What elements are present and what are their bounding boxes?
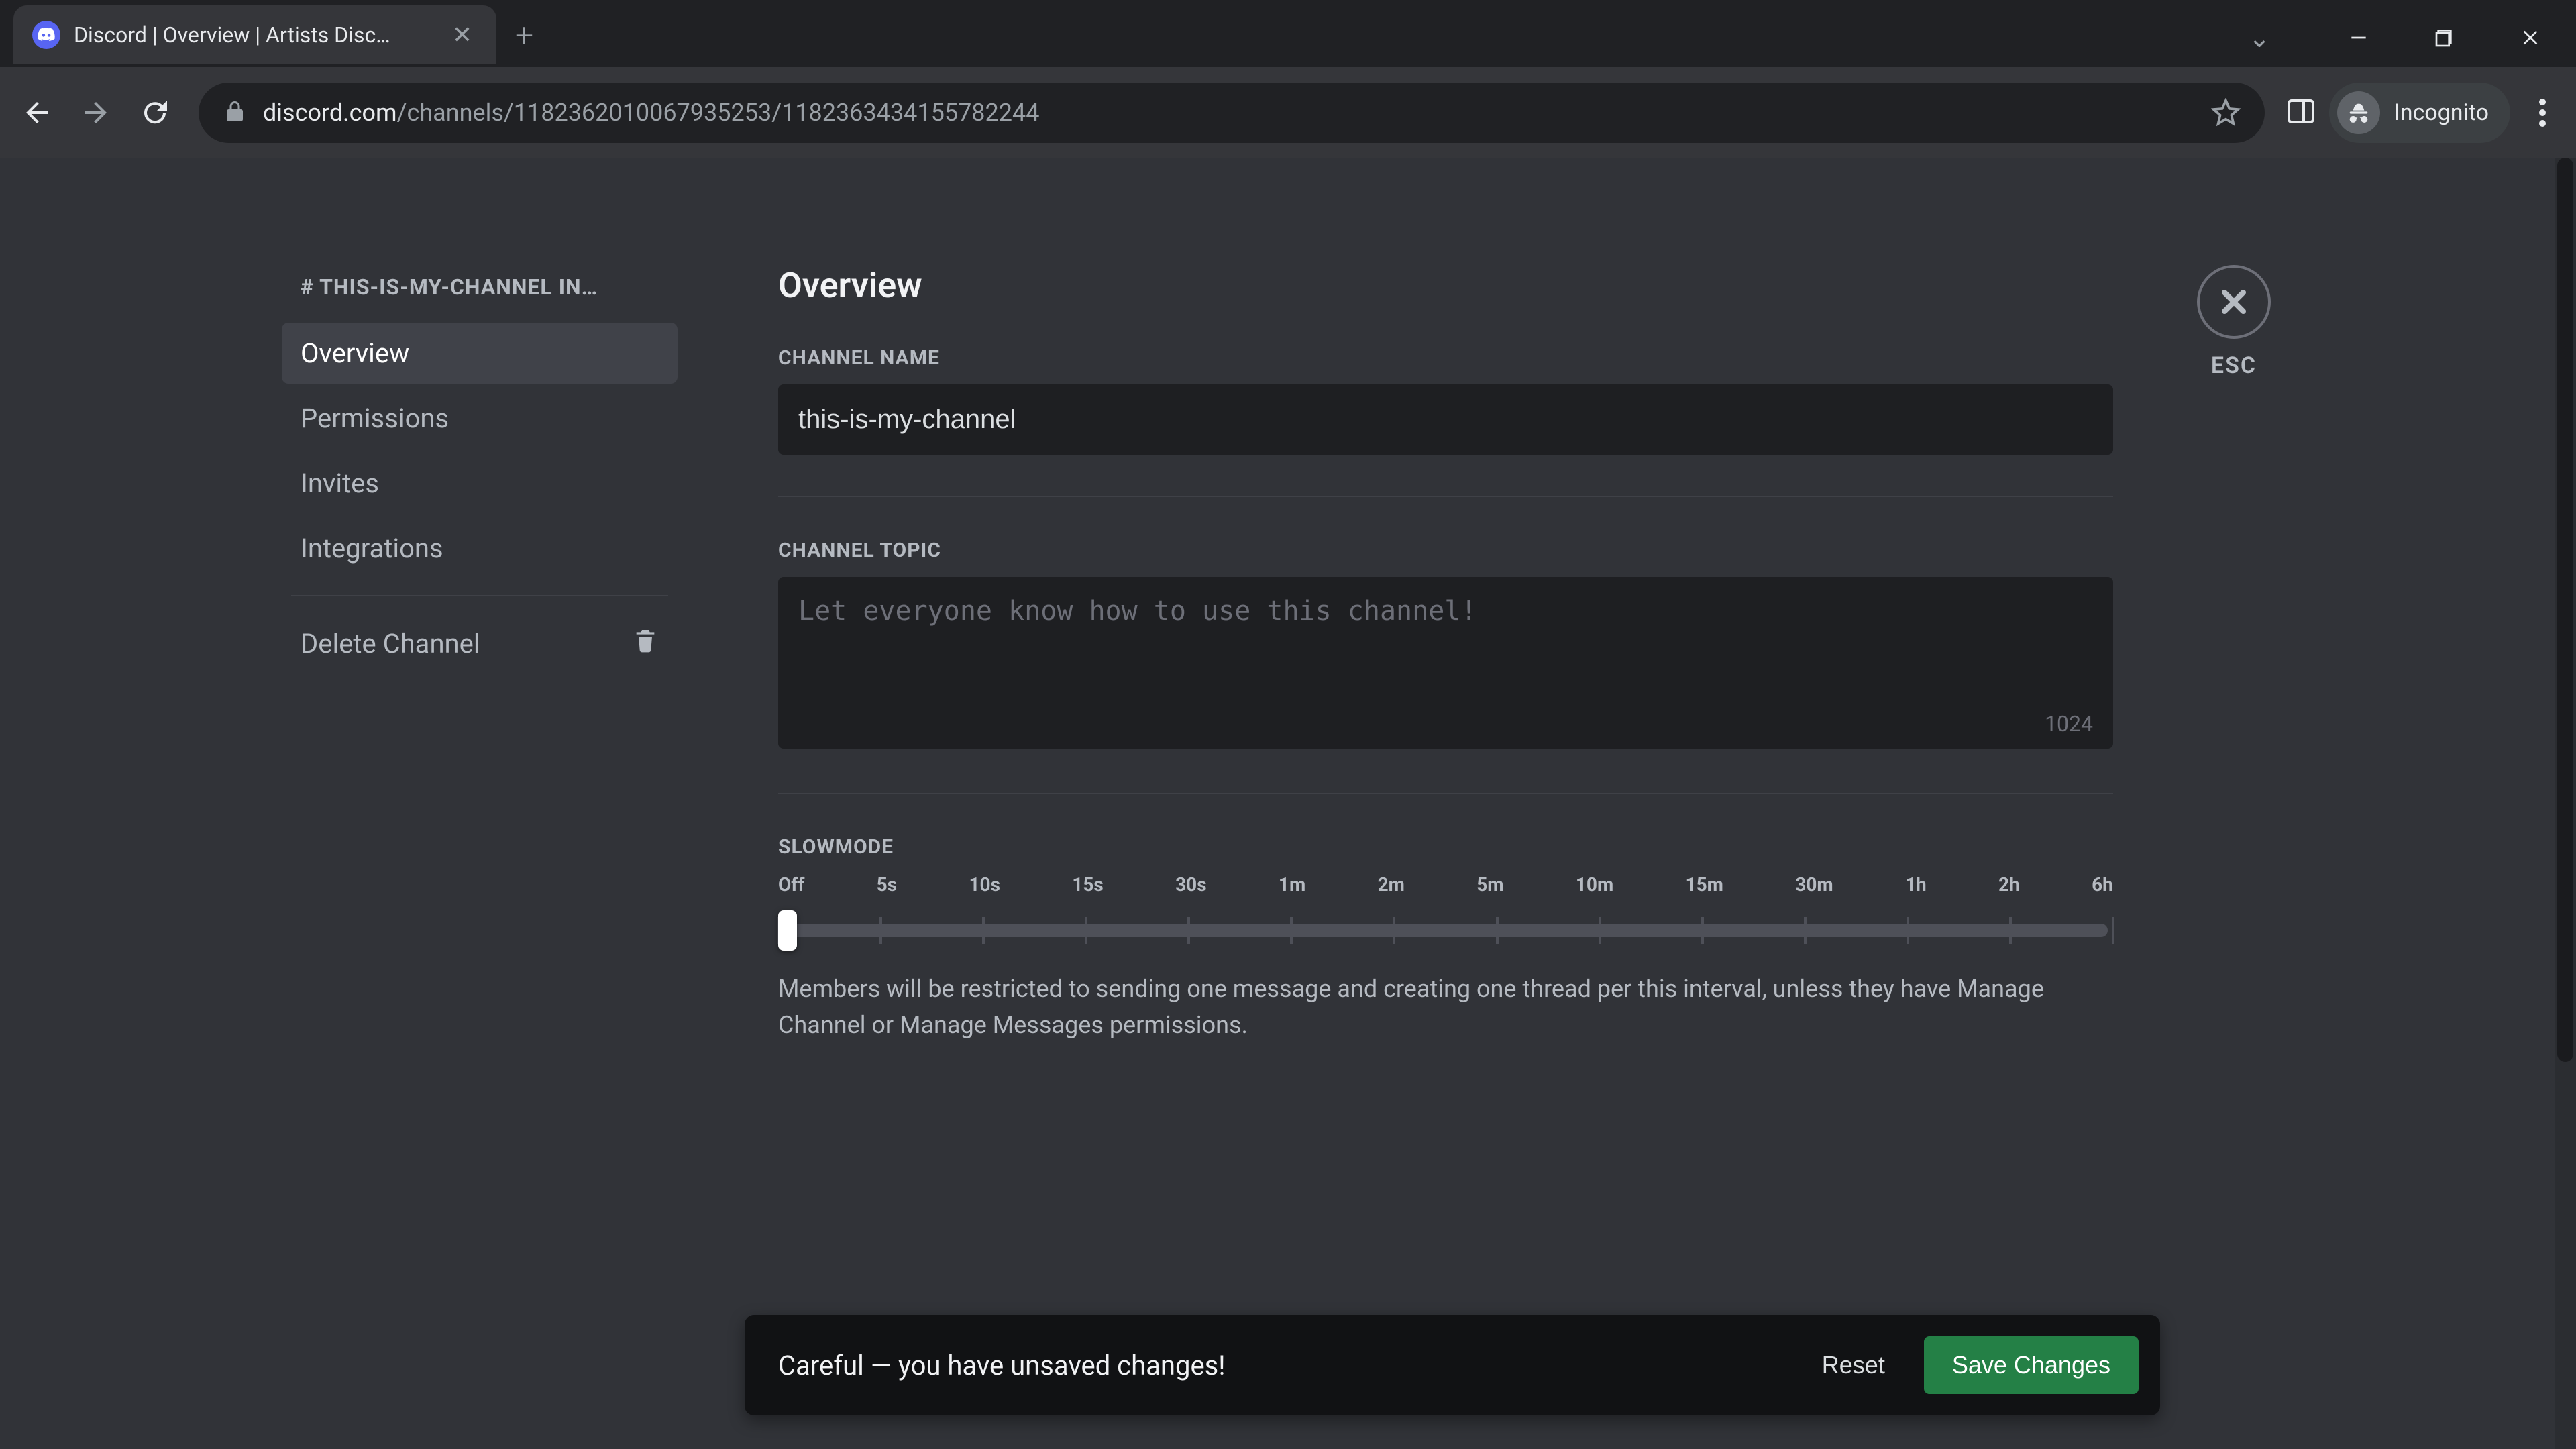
slowmode-tick-label: 15m [1686, 873, 1723, 896]
section-divider [778, 496, 2113, 497]
slowmode-slider[interactable] [778, 904, 2113, 951]
slowmode-tick-label: 5m [1477, 873, 1503, 896]
slowmode-tick-label: 30m [1795, 873, 1833, 896]
slowmode-tick-label: 6h [2092, 873, 2113, 896]
tab-strip: Discord | Overview | Artists Disc… ✕ + [0, 5, 2219, 64]
close-settings-button[interactable] [2197, 265, 2271, 339]
window-controls: ⌄ [2219, 5, 2576, 64]
browser-chrome: Discord | Overview | Artists Disc… ✕ + ⌄… [0, 0, 2576, 158]
settings-content: Overview CHANNEL NAME CHANNEL TOPIC 1024… [778, 265, 2113, 1449]
slowmode-tick-label: 2h [1998, 873, 2020, 896]
slowmode-tick-label: 15s [1072, 873, 1104, 896]
slowmode-tick-label: Off [778, 873, 804, 896]
close-window-button[interactable] [2490, 11, 2571, 64]
titlebar: Discord | Overview | Artists Disc… ✕ + ⌄ [0, 0, 2576, 67]
save-changes-button[interactable]: Save Changes [1924, 1336, 2139, 1394]
discord-settings-modal: # THIS-IS-MY-CHANNEL IN… Overview Permis… [0, 158, 2576, 1449]
slider-tick [1085, 917, 1087, 944]
close-column: ESC [2187, 265, 2281, 1449]
slider-tick [2009, 917, 2012, 944]
scrollbar-thumb[interactable] [2557, 158, 2573, 1062]
browser-tab[interactable]: Discord | Overview | Artists Disc… ✕ [13, 5, 496, 64]
minimize-button[interactable] [2318, 11, 2399, 64]
slowmode-tick-label: 30s [1175, 873, 1207, 896]
incognito-label: Incognito [2394, 99, 2489, 126]
sidebar-item-integrations[interactable]: Integrations [282, 518, 678, 579]
address-bar[interactable]: discord.com/channels/1182362010067935253… [199, 83, 2265, 143]
slowmode-tick-labels: Off 5s 10s 15s 30s 1m 2m 5m 10m 15m 30m 1h 2h 6h [778, 873, 2113, 896]
channel-heading: # THIS-IS-MY-CHANNEL IN… [282, 265, 678, 319]
slowmode-help-text: Members will be restricted to sending on… [778, 971, 2113, 1043]
slider-thumb[interactable] [778, 910, 797, 951]
unsaved-changes-toast: Careful — you have unsaved changes! Rese… [745, 1315, 2160, 1415]
sidebar-item-label: Invites [301, 468, 379, 499]
channel-topic-wrap: 1024 [778, 577, 2113, 751]
tab-search-icon[interactable]: ⌄ [2219, 11, 2300, 64]
browser-toolbar: discord.com/channels/1182362010067935253… [0, 67, 2576, 158]
lock-icon [223, 99, 247, 126]
side-panel-icon[interactable] [2285, 95, 2317, 130]
slider-tick [1290, 917, 1293, 944]
slider-tick [1496, 917, 1499, 944]
back-button[interactable] [13, 89, 60, 136]
kebab-menu-icon[interactable] [2522, 97, 2563, 129]
sidebar-item-label: Permissions [301, 402, 449, 434]
channel-topic-label: CHANNEL TOPIC [778, 539, 2113, 562]
slider-tick [879, 917, 882, 944]
slider-tick [1701, 917, 1704, 944]
slowmode-tick-label: 2m [1378, 873, 1405, 896]
slowmode-tick-label: 10s [969, 873, 1000, 896]
slider-tick [1804, 917, 1807, 944]
channel-name-input[interactable] [778, 384, 2113, 455]
slider-tick [1187, 917, 1190, 944]
bookmark-icon[interactable] [2211, 98, 2241, 127]
sidebar-item-label: Integrations [301, 533, 443, 564]
sidebar-item-invites[interactable]: Invites [282, 453, 678, 514]
slider-tick [1599, 917, 1601, 944]
new-tab-button[interactable]: + [515, 16, 533, 54]
forward-button[interactable] [72, 89, 119, 136]
slowmode-tick-label: 5s [877, 873, 897, 896]
esc-label: ESC [2211, 352, 2257, 379]
slider-tick [982, 917, 985, 944]
unsaved-message: Careful — you have unsaved changes! [778, 1350, 1794, 1381]
sidebar-item-permissions[interactable]: Permissions [282, 388, 678, 449]
channel-topic-input[interactable] [778, 577, 2113, 749]
sidebar-divider [291, 595, 668, 596]
settings-sidebar-panel: # THIS-IS-MY-CHANNEL IN… Overview Permis… [0, 158, 704, 1449]
close-tab-icon[interactable]: ✕ [447, 18, 478, 52]
sidebar-item-label: Overview [301, 337, 409, 369]
slider-tick [1393, 917, 1395, 944]
incognito-icon [2337, 91, 2380, 134]
settings-sidebar: # THIS-IS-MY-CHANNEL IN… Overview Permis… [282, 265, 678, 1449]
channel-name-label: CHANNEL NAME [778, 346, 2113, 370]
slider-tick [1907, 917, 1909, 944]
trash-icon [632, 627, 659, 660]
url-text: discord.com/channels/1182362010067935253… [263, 99, 1039, 127]
slowmode-tick-label: 1m [1279, 873, 1305, 896]
char-count: 1024 [2045, 711, 2093, 737]
slowmode-tick-label: 1h [1905, 873, 1927, 896]
slider-tick [2112, 917, 2114, 944]
reload-button[interactable] [131, 89, 178, 136]
maximize-button[interactable] [2404, 11, 2485, 64]
discord-favicon [32, 21, 60, 49]
slowmode-label: SLOWMODE [778, 835, 2113, 859]
scrollbar[interactable] [2555, 158, 2576, 1449]
settings-main-panel: Overview CHANNEL NAME CHANNEL TOPIC 1024… [704, 158, 2576, 1449]
section-divider [778, 793, 2113, 794]
tab-title: Discord | Overview | Artists Disc… [74, 22, 433, 48]
sidebar-item-label: Delete Channel [301, 628, 480, 659]
slowmode-tick-label: 10m [1576, 873, 1613, 896]
sidebar-item-overview[interactable]: Overview [282, 323, 678, 384]
sidebar-item-delete-channel[interactable]: Delete Channel [282, 612, 678, 675]
reset-button[interactable]: Reset [1794, 1336, 1913, 1394]
incognito-badge[interactable]: Incognito [2329, 83, 2510, 143]
page-title: Overview [778, 265, 2113, 306]
